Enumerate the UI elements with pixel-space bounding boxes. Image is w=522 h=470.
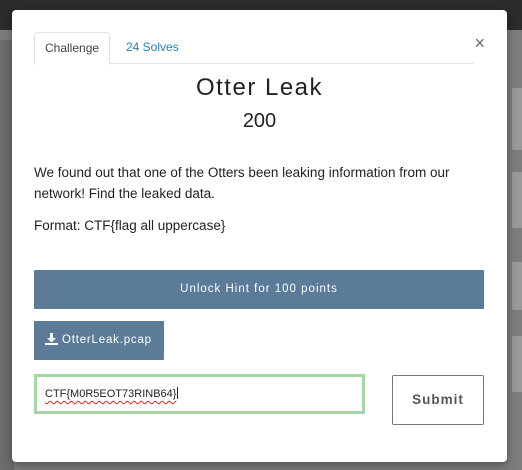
close-icon[interactable]: × [474, 34, 485, 52]
download-file-button[interactable]: OtterLeak.pcap [34, 321, 164, 360]
flag-format: Format: CTF{flag all uppercase} [34, 218, 226, 233]
flag-input-value: CTF{M0R5EOT73RINB64} [45, 388, 177, 400]
tab-challenge[interactable]: Challenge [34, 32, 111, 65]
download-icon [45, 333, 58, 345]
background-card [512, 172, 522, 228]
tab-solves[interactable]: 24 Solves [116, 32, 189, 64]
challenge-modal: × Challenge 24 Solves Otter Leak 200 We … [12, 10, 507, 462]
tab-bar: Challenge 24 Solves [34, 32, 474, 65]
unlock-hint-button[interactable]: Unlock Hint for 100 points [34, 270, 484, 309]
flag-input[interactable]: CTF{M0R5EOT73RINB64} [34, 374, 365, 414]
background-card [512, 336, 522, 392]
challenge-points: 200 [242, 110, 277, 132]
submit-button[interactable]: Submit [392, 375, 484, 425]
text-cursor [177, 387, 179, 399]
challenge-title: Otter Leak [195, 74, 324, 101]
background-card [512, 88, 522, 150]
challenge-description: We found out that one of the Otters been… [34, 165, 450, 201]
file-name: OtterLeak.pcap [62, 334, 152, 346]
background-card [512, 262, 522, 310]
